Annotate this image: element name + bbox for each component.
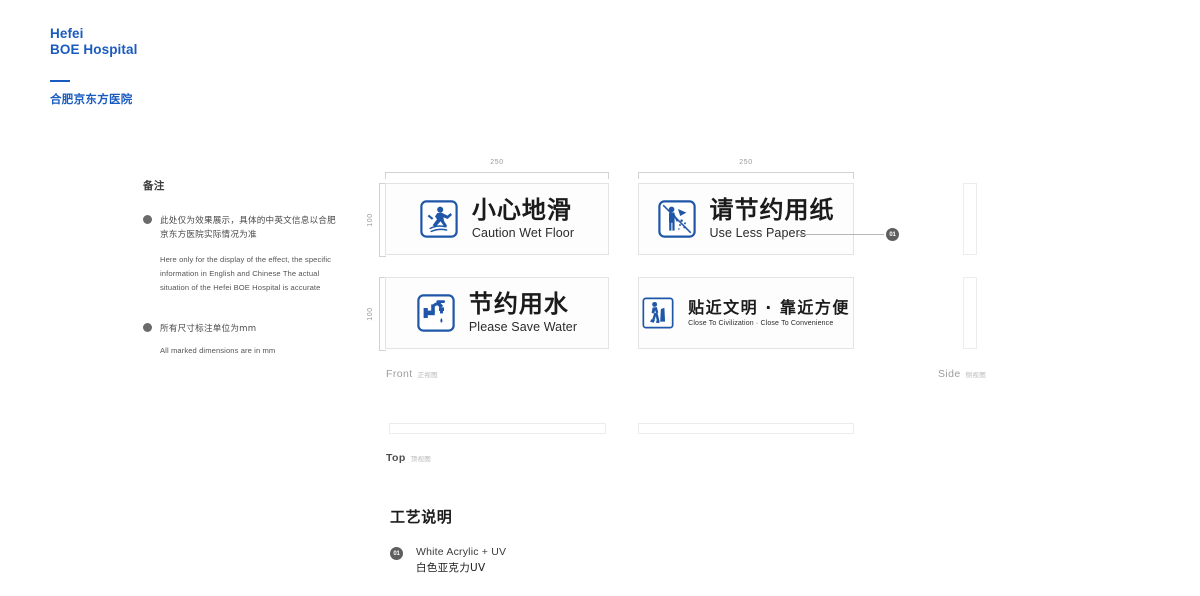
dimension-bar	[385, 172, 609, 179]
callout-badge[interactable]: 01	[886, 228, 899, 241]
spec-title: 工艺说明	[390, 506, 506, 527]
sign-title-en: Caution Wet Floor	[472, 227, 574, 240]
signage-spec-sheet: Hefei BOE Hospital 合肥京东方医院 备注 此处仅为效果展示，具…	[0, 0, 1200, 596]
sign-title-en: Please Save Water	[469, 321, 577, 334]
view-label-front-en: Front	[386, 368, 413, 380]
spec-text-cn: 白色亚克力UV	[416, 560, 506, 576]
dimension-width-label: 250	[739, 159, 752, 166]
sign-text-block: 小心地滑 Caution Wet Floor	[472, 198, 574, 240]
side-view-plate-2	[963, 277, 977, 349]
view-label-top-en: Top	[386, 452, 406, 464]
view-label-side-cn: 侧视图	[966, 371, 986, 379]
side-view-plate-1	[963, 183, 977, 255]
spec-badge: 01	[390, 547, 403, 560]
walking-person-icon	[642, 297, 674, 329]
view-label-side: Side 侧视图	[938, 364, 986, 382]
spec-item: 01 White Acrylic + UV 白色亚克力UV	[390, 545, 506, 576]
view-label-front: Front 正视图	[386, 364, 438, 382]
spec-text-en: White Acrylic + UV	[416, 545, 506, 560]
dimension-width-label: 250	[490, 159, 503, 166]
sign-text-block: 节约用水 Please Save Water	[469, 292, 577, 334]
spec-section: 工艺说明 01 White Acrylic + UV 白色亚克力UV	[390, 506, 506, 576]
top-view-plate-1	[389, 423, 606, 434]
use-less-papers-icon	[658, 200, 696, 238]
view-label-side-en: Side	[938, 368, 961, 380]
drawing-board: 250 250 100 100	[0, 0, 1200, 596]
spec-text-block: White Acrylic + UV 白色亚克力UV	[416, 545, 506, 576]
sign-title-cn: 贴近文明 · 靠近方便	[688, 300, 850, 316]
sign-save-water[interactable]: 节约用水 Please Save Water	[385, 277, 609, 349]
view-label-front-cn: 正视图	[418, 371, 438, 379]
sign-title-cn: 小心地滑	[472, 198, 574, 222]
sign-close-to-civilization[interactable]: 贴近文明 · 靠近方便 Close To Civilization · Clos…	[638, 277, 854, 349]
sign-use-less-papers[interactable]: 请节约用纸 Use Less Papers	[638, 183, 854, 255]
dimension-bar	[638, 172, 854, 179]
sign-title-cn: 请节约用纸	[710, 198, 835, 222]
dimension-height-label: 100	[367, 307, 374, 320]
callout-leader-line	[798, 234, 884, 235]
sign-text-block: 贴近文明 · 靠近方便 Close To Civilization · Clos…	[688, 300, 850, 327]
view-label-top-cn: 顶视图	[411, 455, 431, 463]
faucet-icon	[417, 294, 455, 332]
top-view-plate-2	[638, 423, 854, 434]
dimension-height-label: 100	[367, 213, 374, 226]
view-label-top: Top 顶视图	[386, 448, 431, 466]
wet-floor-icon	[420, 200, 458, 238]
sign-title-cn: 节约用水	[469, 292, 577, 316]
sign-title-en: Close To Civilization · Close To Conveni…	[688, 320, 850, 327]
sign-caution-wet-floor[interactable]: 小心地滑 Caution Wet Floor	[385, 183, 609, 255]
